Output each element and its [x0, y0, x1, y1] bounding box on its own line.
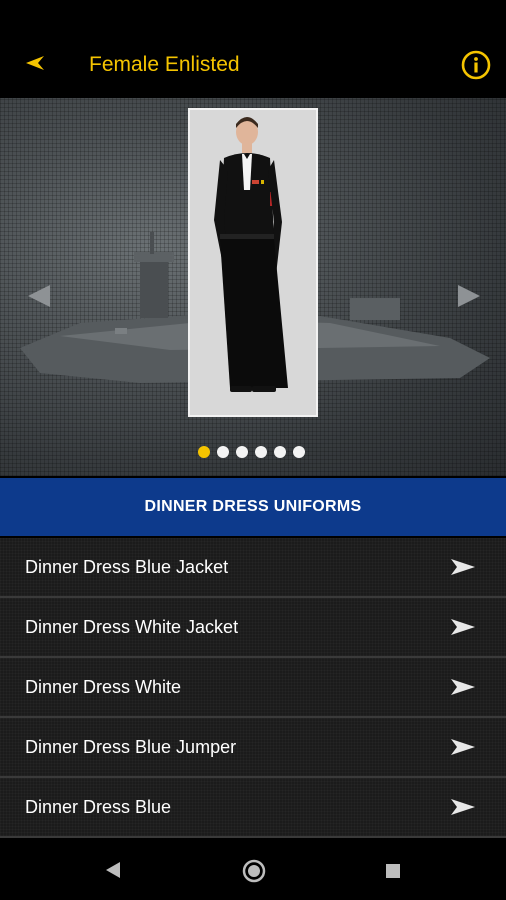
- list-item[interactable]: Dinner Dress Blue Jumper: [0, 718, 506, 778]
- list-item[interactable]: Dinner Dress Blue Jacket: [0, 538, 506, 598]
- list-item-label: Dinner Dress Blue Jumper: [25, 737, 237, 757]
- chevron-right-icon: [458, 285, 480, 307]
- carousel-dot-4[interactable]: [255, 446, 267, 458]
- carousel-pagination: [198, 446, 305, 458]
- nav-home-icon[interactable]: [242, 859, 266, 883]
- uniform-figure-image: [190, 110, 316, 415]
- chevron-right-icon: [451, 559, 475, 575]
- app-bar: Female Enlisted: [0, 0, 506, 98]
- nav-recents-icon[interactable]: [384, 862, 402, 880]
- list-item[interactable]: Dinner Dress Blue: [0, 778, 506, 838]
- uniform-photo[interactable]: [188, 108, 318, 417]
- list-item-label: Dinner Dress White Jacket: [25, 617, 239, 637]
- chevron-left-icon: [28, 285, 50, 307]
- list-item[interactable]: Dinner Dress White: [0, 658, 506, 718]
- carousel-dot-1[interactable]: [198, 446, 210, 458]
- list-item-label: Dinner Dress White: [25, 677, 182, 697]
- carousel-dot-5[interactable]: [274, 446, 286, 458]
- chevron-right-icon: [451, 739, 475, 755]
- back-arrow-icon: [26, 56, 44, 70]
- list-item-label: Dinner Dress Blue: [25, 797, 172, 817]
- page-title: Female Enlisted: [89, 53, 240, 76]
- carousel-prev-button[interactable]: [26, 283, 52, 309]
- carousel-next-button[interactable]: [456, 283, 482, 309]
- carousel-dot-3[interactable]: [236, 446, 248, 458]
- nav-back-icon[interactable]: [104, 860, 122, 880]
- back-button[interactable]: [22, 50, 48, 76]
- chevron-right-icon: [451, 619, 475, 635]
- list-item[interactable]: Dinner Dress White Jacket: [0, 598, 506, 658]
- section-header: DINNER DRESS UNIFORMS: [0, 478, 506, 536]
- chevron-right-icon: [451, 679, 475, 695]
- uniform-list: Dinner Dress Blue Jacket Dinner Dress Wh…: [0, 538, 506, 838]
- info-icon: [461, 50, 491, 80]
- carousel-dot-6[interactable]: [293, 446, 305, 458]
- chevron-right-icon: [451, 799, 475, 815]
- section-title: DINNER DRESS UNIFORMS: [144, 498, 362, 515]
- info-button[interactable]: [461, 50, 491, 80]
- list-item-label: Dinner Dress Blue Jacket: [25, 557, 229, 577]
- carousel-dot-2[interactable]: [217, 446, 229, 458]
